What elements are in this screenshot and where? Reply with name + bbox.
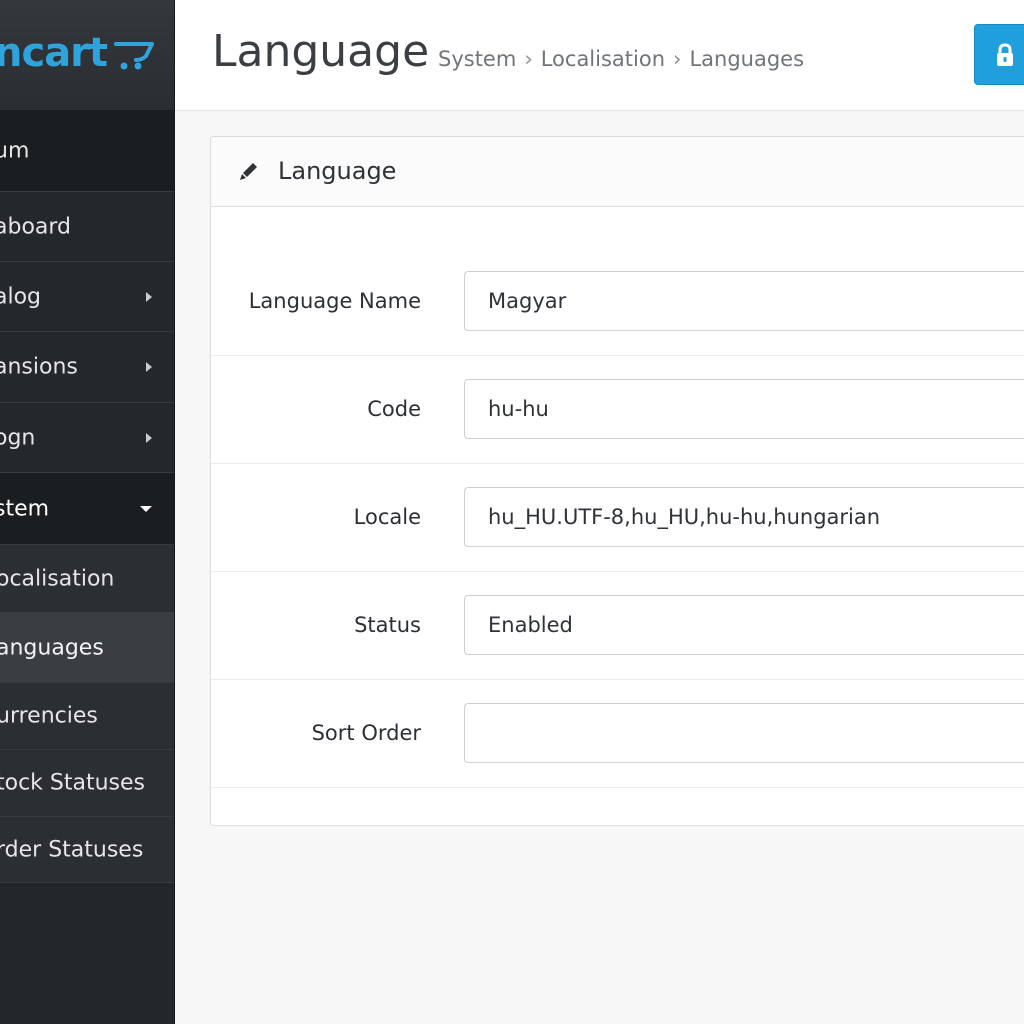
brand-logo[interactable]: ncart	[0, 0, 174, 111]
breadcrumb: System › Localisation › Languages	[438, 47, 804, 71]
app-window: ncart um aboard alog ansions ogn stem	[0, 0, 1024, 1024]
sidebar-item-system[interactable]: stem	[0, 473, 174, 545]
sidebar-item-localisation[interactable]: ocalisation	[0, 545, 174, 613]
sidebar-item-dashboard[interactable]: aboard	[0, 192, 174, 262]
sidebar-item-forum[interactable]: um	[0, 111, 174, 192]
sidebar-item-label: urrencies	[0, 703, 98, 729]
breadcrumb-link-languages[interactable]: Languages	[689, 47, 804, 71]
sidebar-item-stock-statuses[interactable]: tock Statuses	[0, 750, 174, 817]
sort-order-label: Sort Order	[311, 721, 421, 745]
sidebar-item-label: ogn	[0, 425, 36, 450]
breadcrumb-separator: ›	[673, 47, 682, 71]
sidebar-item-label: aboard	[0, 214, 72, 239]
chevron-right-icon	[146, 291, 152, 302]
panel-title: Language	[278, 157, 397, 185]
form-row-status: Status	[211, 571, 1024, 680]
chevron-right-icon	[146, 432, 152, 443]
sidebar-item-currencies[interactable]: urrencies	[0, 683, 174, 750]
sidebar-item-order-statuses[interactable]: rder Statuses	[0, 817, 174, 883]
locale-input[interactable]	[464, 487, 1024, 547]
sidebar: ncart um aboard alog ansions ogn stem	[0, 0, 175, 1024]
sidebar-item-label: stem	[0, 496, 50, 521]
lock-icon	[997, 43, 1013, 66]
language-name-input[interactable]	[464, 271, 1024, 331]
sidebar-item-languages[interactable]: anguages	[0, 613, 174, 683]
form-row-sort-order: Sort Order	[211, 679, 1024, 788]
chevron-down-icon	[140, 505, 152, 512]
status-select[interactable]	[464, 595, 1024, 655]
language-name-label: Language Name	[248, 289, 421, 313]
sidebar-item-label: anguages	[0, 635, 104, 660]
panel-heading: Language	[211, 137, 1024, 207]
locale-label: Locale	[353, 505, 421, 529]
page-header: Language System › Localisation › Languages	[175, 0, 1024, 111]
breadcrumb-link-localisation[interactable]: Localisation	[541, 47, 665, 71]
form-row-language-name: Language Name	[211, 247, 1024, 356]
sidebar-item-label: rder Statuses	[0, 837, 144, 862]
sidebar-item-design[interactable]: ogn	[0, 403, 174, 473]
sidebar-item-label: tock Statuses	[0, 770, 146, 796]
brand-name: ncart	[0, 30, 108, 76]
breadcrumb-link-system[interactable]: System	[438, 47, 516, 71]
status-label: Status	[354, 613, 421, 637]
sort-order-input[interactable]	[464, 703, 1024, 763]
page-title: Language	[212, 26, 430, 77]
sidebar-item-label: alog	[0, 284, 42, 309]
cart-icon	[114, 42, 154, 70]
sidebar-item-label: ocalisation	[0, 566, 115, 591]
sidebar-item-extensions[interactable]: ansions	[0, 332, 174, 403]
breadcrumb-separator: ›	[524, 47, 533, 71]
pencil-icon	[240, 163, 257, 180]
sidebar-item-catalog[interactable]: alog	[0, 262, 174, 332]
sidebar-item-label: um	[0, 138, 30, 164]
lock-button[interactable]	[974, 24, 1024, 85]
code-input[interactable]	[464, 379, 1024, 439]
language-form-panel: Language Language Name Code Locale Statu…	[210, 136, 1024, 826]
sidebar-item-label: ansions	[0, 354, 78, 380]
code-label: Code	[367, 397, 421, 421]
chevron-right-icon	[146, 362, 152, 372]
form-row-locale: Locale	[211, 463, 1024, 572]
form-row-code: Code	[211, 355, 1024, 464]
